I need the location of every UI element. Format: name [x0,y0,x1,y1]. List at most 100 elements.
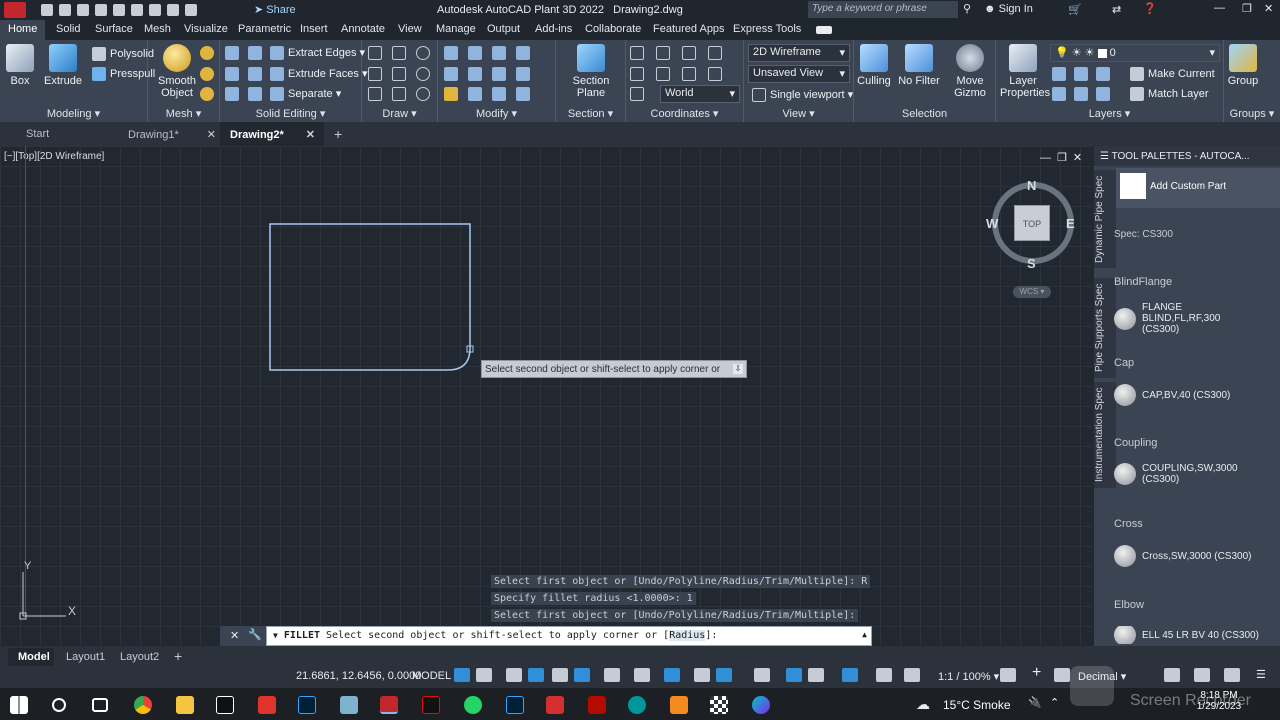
palette-item-elbow[interactable]: ELL 45 LR BV 40 (CS300) [1114,626,1259,644]
sign-in-button[interactable]: ☻ Sign In [984,3,1033,15]
doc-tab-drawing2[interactable]: Drawing2* ✕ [220,122,324,146]
viewport-config-button[interactable]: Single viewport ▾ [752,88,853,103]
gear-icon[interactable] [1000,668,1016,682]
scale-icon[interactable] [468,87,482,101]
redo-icon[interactable] [185,4,197,16]
open-icon[interactable] [59,4,71,16]
infer-constraints-icon[interactable] [506,668,522,682]
palette-title-bar[interactable]: ☰ TOOL PALETTES - AUTOCA... [1094,146,1280,166]
layer-tool-icon[interactable] [1052,67,1066,81]
isodraft-icon[interactable] [604,668,620,682]
panel-label-mesh[interactable]: Mesh ▾ [148,107,219,120]
doc-tab-drawing1[interactable]: Drawing1* ✕ [118,122,220,146]
save-icon[interactable] [77,4,89,16]
circle-icon[interactable] [416,67,430,81]
layer-tool-icon[interactable] [1096,87,1110,101]
viewcube-top-face[interactable]: TOP [1014,205,1050,241]
clean-screen-icon[interactable] [1224,668,1240,682]
smooth-object-button[interactable]: Smooth Object [156,44,198,99]
exchange-icon[interactable]: ⇄ [1112,3,1121,16]
panel-label-section[interactable]: Section ▾ [556,107,625,120]
fillet-icon[interactable] [492,67,506,81]
grid-icon[interactable] [454,668,470,682]
panel-label-solid-editing[interactable]: Solid Editing ▾ [220,107,361,120]
arc-icon[interactable] [416,46,430,60]
tab-solid[interactable]: Solid [56,23,80,35]
tab-featured-apps[interactable]: Featured Apps [653,23,725,35]
search-icon[interactable] [52,698,66,712]
search-icon[interactable]: ⚲ [963,2,971,15]
quick-properties-icon[interactable] [1164,668,1180,682]
construction-line-icon[interactable] [392,67,406,81]
chevron-up-icon[interactable]: ⌃ [1050,696,1059,709]
chrome-icon[interactable] [134,696,152,714]
group-button[interactable]: Group [1226,44,1260,87]
palette-tab-dynamic-pipe-spec[interactable]: Dynamic Pipe Spec [1094,170,1116,268]
union-icon[interactable] [225,46,239,60]
selection-cycling-icon[interactable] [754,668,770,682]
help-icon[interactable]: ❓ [1143,2,1157,15]
stretch-icon[interactable] [444,87,458,101]
app-logo-icon[interactable] [4,2,26,18]
spline-icon[interactable] [368,67,382,81]
panel-label-groups[interactable]: Groups ▾ [1224,107,1280,120]
ucs-icon[interactable] [630,46,644,60]
intersect-icon[interactable] [225,67,239,81]
close-window-button[interactable]: ✕ [1264,2,1273,15]
undo-icon[interactable] [167,4,179,16]
annotation-scale[interactable]: 1:1 / 100% ▾ [938,670,999,683]
ortho-icon[interactable] [552,668,568,682]
tab-home[interactable]: Home [0,20,46,40]
palette-item-cap[interactable]: CAP,BV,40 (CS300) [1114,384,1262,406]
tab-manage[interactable]: Manage [436,23,476,35]
close-icon[interactable]: ✕ [230,629,239,642]
extrude-button[interactable]: Extrude [44,44,82,87]
autocad-icon[interactable] [380,696,398,714]
tab-output[interactable]: Output [487,23,520,35]
add-layout-icon[interactable]: + [174,648,182,664]
palette-item-cross[interactable]: Cross,SW,3000 (CS300) [1114,545,1262,567]
ribbon-minimize-icon[interactable] [816,26,832,34]
ucs-face-icon[interactable] [708,67,722,81]
recent-commands-icon[interactable]: ▼ [273,631,278,640]
layer-tool-icon[interactable] [1074,67,1088,81]
panel-label-coordinates[interactable]: Coordinates ▾ [626,107,743,120]
restore-button[interactable]: ❐ [1242,2,1252,15]
model-space-button[interactable]: MODEL [412,670,451,682]
layer-tool-icon[interactable] [1074,87,1088,101]
dynamic-input-icon[interactable] [528,668,544,682]
tab-surface[interactable]: Surface [95,23,133,35]
tab-insert[interactable]: Insert [300,23,328,35]
dev-cpp-icon[interactable] [546,696,564,714]
new-tab-icon[interactable]: + [334,126,342,142]
panel-label-view[interactable]: View ▾ [744,107,853,120]
tab-express-tools[interactable]: Express Tools [733,23,801,35]
lock-icon[interactable] [1054,668,1070,682]
ucs-y-icon[interactable] [656,67,670,81]
ellipse-icon[interactable] [416,87,430,101]
coordinates-readout[interactable]: 21.6861, 12.6456, 0.0000 [296,670,421,682]
line-icon[interactable] [368,46,382,60]
close-icon[interactable]: ✕ [207,129,216,141]
section-plane-button[interactable]: Section Plane [568,44,614,99]
gizmo-icon[interactable] [876,668,892,682]
presspull-button[interactable]: Presspull [92,67,155,81]
panel-label-modify[interactable]: Modify ▾ [438,107,555,120]
make-current-button[interactable]: Make Current [1130,67,1215,81]
ucs-x-icon[interactable] [630,67,644,81]
whatsapp-icon[interactable] [464,696,482,714]
compass-south[interactable]: S [1027,256,1036,271]
app-icon[interactable] [670,696,688,714]
palette-item-blind-flange[interactable]: FLANGE BLIND,FL,RF,300 (CS300) [1114,302,1262,335]
add-custom-part-item[interactable]: Add Custom Part [1116,168,1280,208]
tab-collaborate[interactable]: Collaborate [585,23,641,35]
tab-layout2[interactable]: Layout2 [120,651,159,663]
fillet-edge-icon[interactable] [248,87,262,101]
explode-icon[interactable] [516,67,530,81]
no-filter-button[interactable]: No Filter [896,44,942,87]
trim-icon[interactable] [492,46,506,60]
layer-tool-icon[interactable] [1096,67,1110,81]
tab-parametric[interactable]: Parametric [238,23,291,35]
rotate-icon[interactable] [468,46,482,60]
customize-icon[interactable]: 🔧 [248,628,262,641]
